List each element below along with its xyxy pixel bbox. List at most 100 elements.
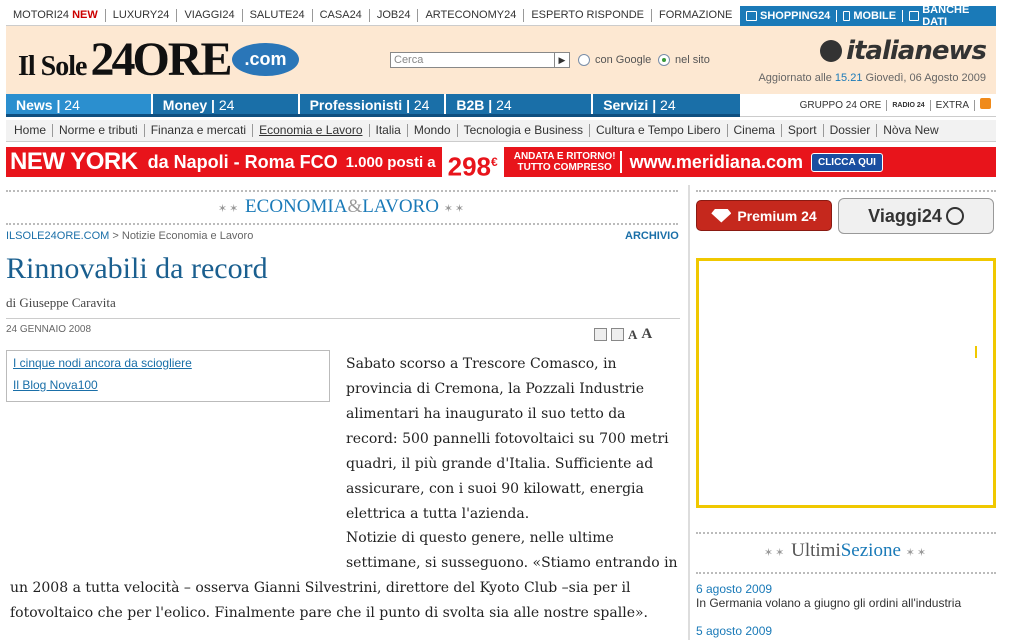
tab-money[interactable]: Money | 24 — [153, 94, 300, 114]
tab-professionisti[interactable]: Professionisti | 24 — [300, 94, 447, 114]
premium24-button[interactable]: Premium 24 — [696, 200, 832, 231]
shopping24-link[interactable]: SHOPPING24 — [740, 10, 838, 22]
font-decrease-icon[interactable]: A — [628, 327, 637, 343]
tab-servizi[interactable]: Servizi | 24 — [593, 94, 740, 114]
section-nav: Home Norme e tributi Finanza e mercati E… — [6, 120, 996, 142]
column-separator — [688, 185, 690, 640]
related-links-box: I cinque nodi ancora da sciogliere Il Bl… — [6, 350, 330, 402]
italianews-logo[interactable]: italianews — [820, 36, 987, 66]
ad-box[interactable] — [696, 258, 996, 508]
updated-timestamp: Aggiornato alle 15.21 Giovedì, 06 Agosto… — [758, 72, 986, 84]
site-header: Il Sole 24 ORE .com Cerca ▶ con Google n… — [6, 26, 996, 94]
secnav-finanza-mercati[interactable]: Finanza e mercati — [145, 124, 254, 137]
topnav-casa24[interactable]: CASA24 — [313, 9, 370, 22]
email-icon[interactable] — [611, 328, 624, 341]
secnav-italia[interactable]: Italia — [370, 124, 408, 137]
secnav-nova-new[interactable]: Nòva New — [877, 124, 944, 137]
breadcrumb-home-link[interactable]: ILSOLE24ORE.COM — [6, 230, 109, 242]
extra-link[interactable]: EXTRA — [931, 99, 975, 111]
related-link[interactable]: I cinque nodi ancora da sciogliere — [13, 355, 323, 372]
site-logo[interactable]: Il Sole 24 ORE .com — [18, 32, 299, 87]
gruppo-nav: GRUPPO 24 ORE RADIO 24 EXTRA — [740, 94, 996, 117]
tab-label: Money — [162, 97, 208, 113]
topnav-viaggi24[interactable]: VIAGGI24 — [177, 9, 243, 22]
updated-date: Giovedì, 06 Agosto 2009 — [865, 72, 986, 84]
tab-b2b[interactable]: B2B | 24 — [446, 94, 594, 114]
star-decoration: ✶✶ — [905, 547, 929, 559]
article-paragraph: un 2008 a tutta velocità – osserva Giann… — [10, 580, 648, 621]
banner-ar2: TUTTO COMPRESO — [517, 162, 612, 173]
updated-time: 15.21 — [834, 72, 863, 84]
mobile-label: MOBILE — [853, 10, 897, 22]
secnav-cultura-tempo-libero[interactable]: Cultura e Tempo Libero — [590, 124, 728, 137]
breadcrumb-page: Notizie Economia e Lavoro — [121, 230, 254, 242]
secnav-cinema[interactable]: Cinema — [728, 124, 782, 137]
print-icon[interactable] — [594, 328, 607, 341]
tab-sub: 24 — [218, 97, 235, 113]
meridiana-banner-ad[interactable]: NEW YORK da Napoli - Roma FCO 1.000 post… — [6, 147, 996, 177]
radio-google-label: con Google — [595, 54, 652, 66]
gruppo-24-ore-link[interactable]: GRUPPO 24 ORE — [795, 99, 888, 111]
radio-icon — [578, 54, 590, 66]
news-item[interactable]: 6 agosto 2009 In Germania volano a giugn… — [696, 582, 961, 610]
secnav-sport[interactable]: Sport — [782, 124, 824, 137]
banner-clicca-button[interactable]: CLICCA QUI — [810, 152, 883, 172]
gem-icon — [711, 208, 732, 223]
secnav-dossier[interactable]: Dossier — [824, 124, 878, 137]
topnav-luxury24[interactable]: LUXURY24 — [106, 9, 178, 22]
topnav-arteconomy24[interactable]: ARTECONOMY24 — [418, 9, 525, 22]
secnav-tecnologia-business[interactable]: Tecnologia e Business — [458, 124, 590, 137]
font-increase-icon[interactable]: A — [641, 326, 652, 343]
rss-link[interactable] — [975, 98, 996, 112]
divider — [6, 318, 680, 319]
tab-sub: 24 — [660, 97, 676, 113]
globe-icon — [945, 207, 964, 225]
topnav-esperto-risponde[interactable]: ESPERTO RISPONDE — [524, 9, 653, 22]
updated-prefix: Aggiornato alle — [758, 72, 832, 84]
ultimi-label: Ultimi — [791, 540, 841, 561]
secnav-mondo[interactable]: Mondo — [408, 124, 458, 137]
article-tools: A A — [594, 326, 652, 343]
sezione-label: Sezione — [840, 540, 901, 561]
top-nav: MOTORI24 NEW LUXURY24 VIAGGI24 SALUTE24 … — [6, 9, 739, 22]
star-decoration: ✶✶ — [763, 547, 787, 559]
topnav-motori24[interactable]: MOTORI24 NEW — [6, 9, 106, 22]
related-link[interactable]: Il Blog Nova100 — [13, 377, 323, 394]
article-paragraph: Sabato scorso a Trescore Comasco, in pro… — [346, 356, 669, 522]
tab-news[interactable]: News | 24 — [6, 94, 153, 114]
dotted-divider — [6, 190, 678, 192]
tab-sub: 24 — [413, 97, 430, 113]
top-right-links: SHOPPING24 MOBILE BANCHE DATI — [740, 4, 996, 28]
logo-ore: ORE — [132, 33, 232, 86]
section-name-2: LAVORO — [362, 196, 439, 217]
radio-google[interactable]: con Google — [578, 54, 651, 66]
section-name-1: ECONOMIA — [245, 196, 348, 217]
italianews-label: italianews — [846, 36, 987, 66]
secnav-home[interactable]: Home — [6, 124, 54, 137]
secnav-norme-tributi[interactable]: Norme e tributi — [53, 124, 145, 137]
new-badge: NEW — [72, 9, 98, 21]
banche-dati-label: BANCHE DATI — [922, 4, 970, 28]
star-decoration: ✶✶ — [443, 203, 467, 215]
tab-label: B2B — [456, 97, 485, 113]
mobile-link[interactable]: MOBILE — [837, 10, 904, 22]
search-button[interactable]: ▶ — [554, 52, 570, 68]
topnav-salute24[interactable]: SALUTE24 — [243, 9, 313, 22]
banner-ar1: ANDATA E RITORNO! — [513, 151, 616, 162]
rss-icon — [980, 98, 991, 109]
radio-sito[interactable]: nel sito — [658, 54, 710, 66]
topnav-formazione[interactable]: FORMAZIONE — [652, 9, 739, 22]
breadcrumb-separator: > — [109, 230, 122, 242]
banche-dati-link[interactable]: BANCHE DATI — [903, 4, 996, 28]
news-text[interactable]: In Germania volano a giugno gli ordini a… — [696, 596, 961, 610]
viaggi24-button[interactable]: Viaggi24 — [838, 198, 994, 234]
search-input[interactable]: Cerca — [390, 52, 570, 68]
star-decoration: ✶✶ — [217, 203, 241, 215]
news-item[interactable]: 5 agosto 2009 — [696, 624, 772, 638]
topnav-job24[interactable]: JOB24 — [370, 9, 419, 22]
globe-icon — [820, 40, 843, 62]
radio24-link[interactable]: RADIO 24 — [887, 99, 931, 111]
archivio-link[interactable]: ARCHIVIO — [625, 230, 679, 242]
secnav-economia-lavoro[interactable]: Economia e Lavoro — [253, 124, 370, 137]
logo-il-sole: Il Sole — [18, 51, 87, 82]
